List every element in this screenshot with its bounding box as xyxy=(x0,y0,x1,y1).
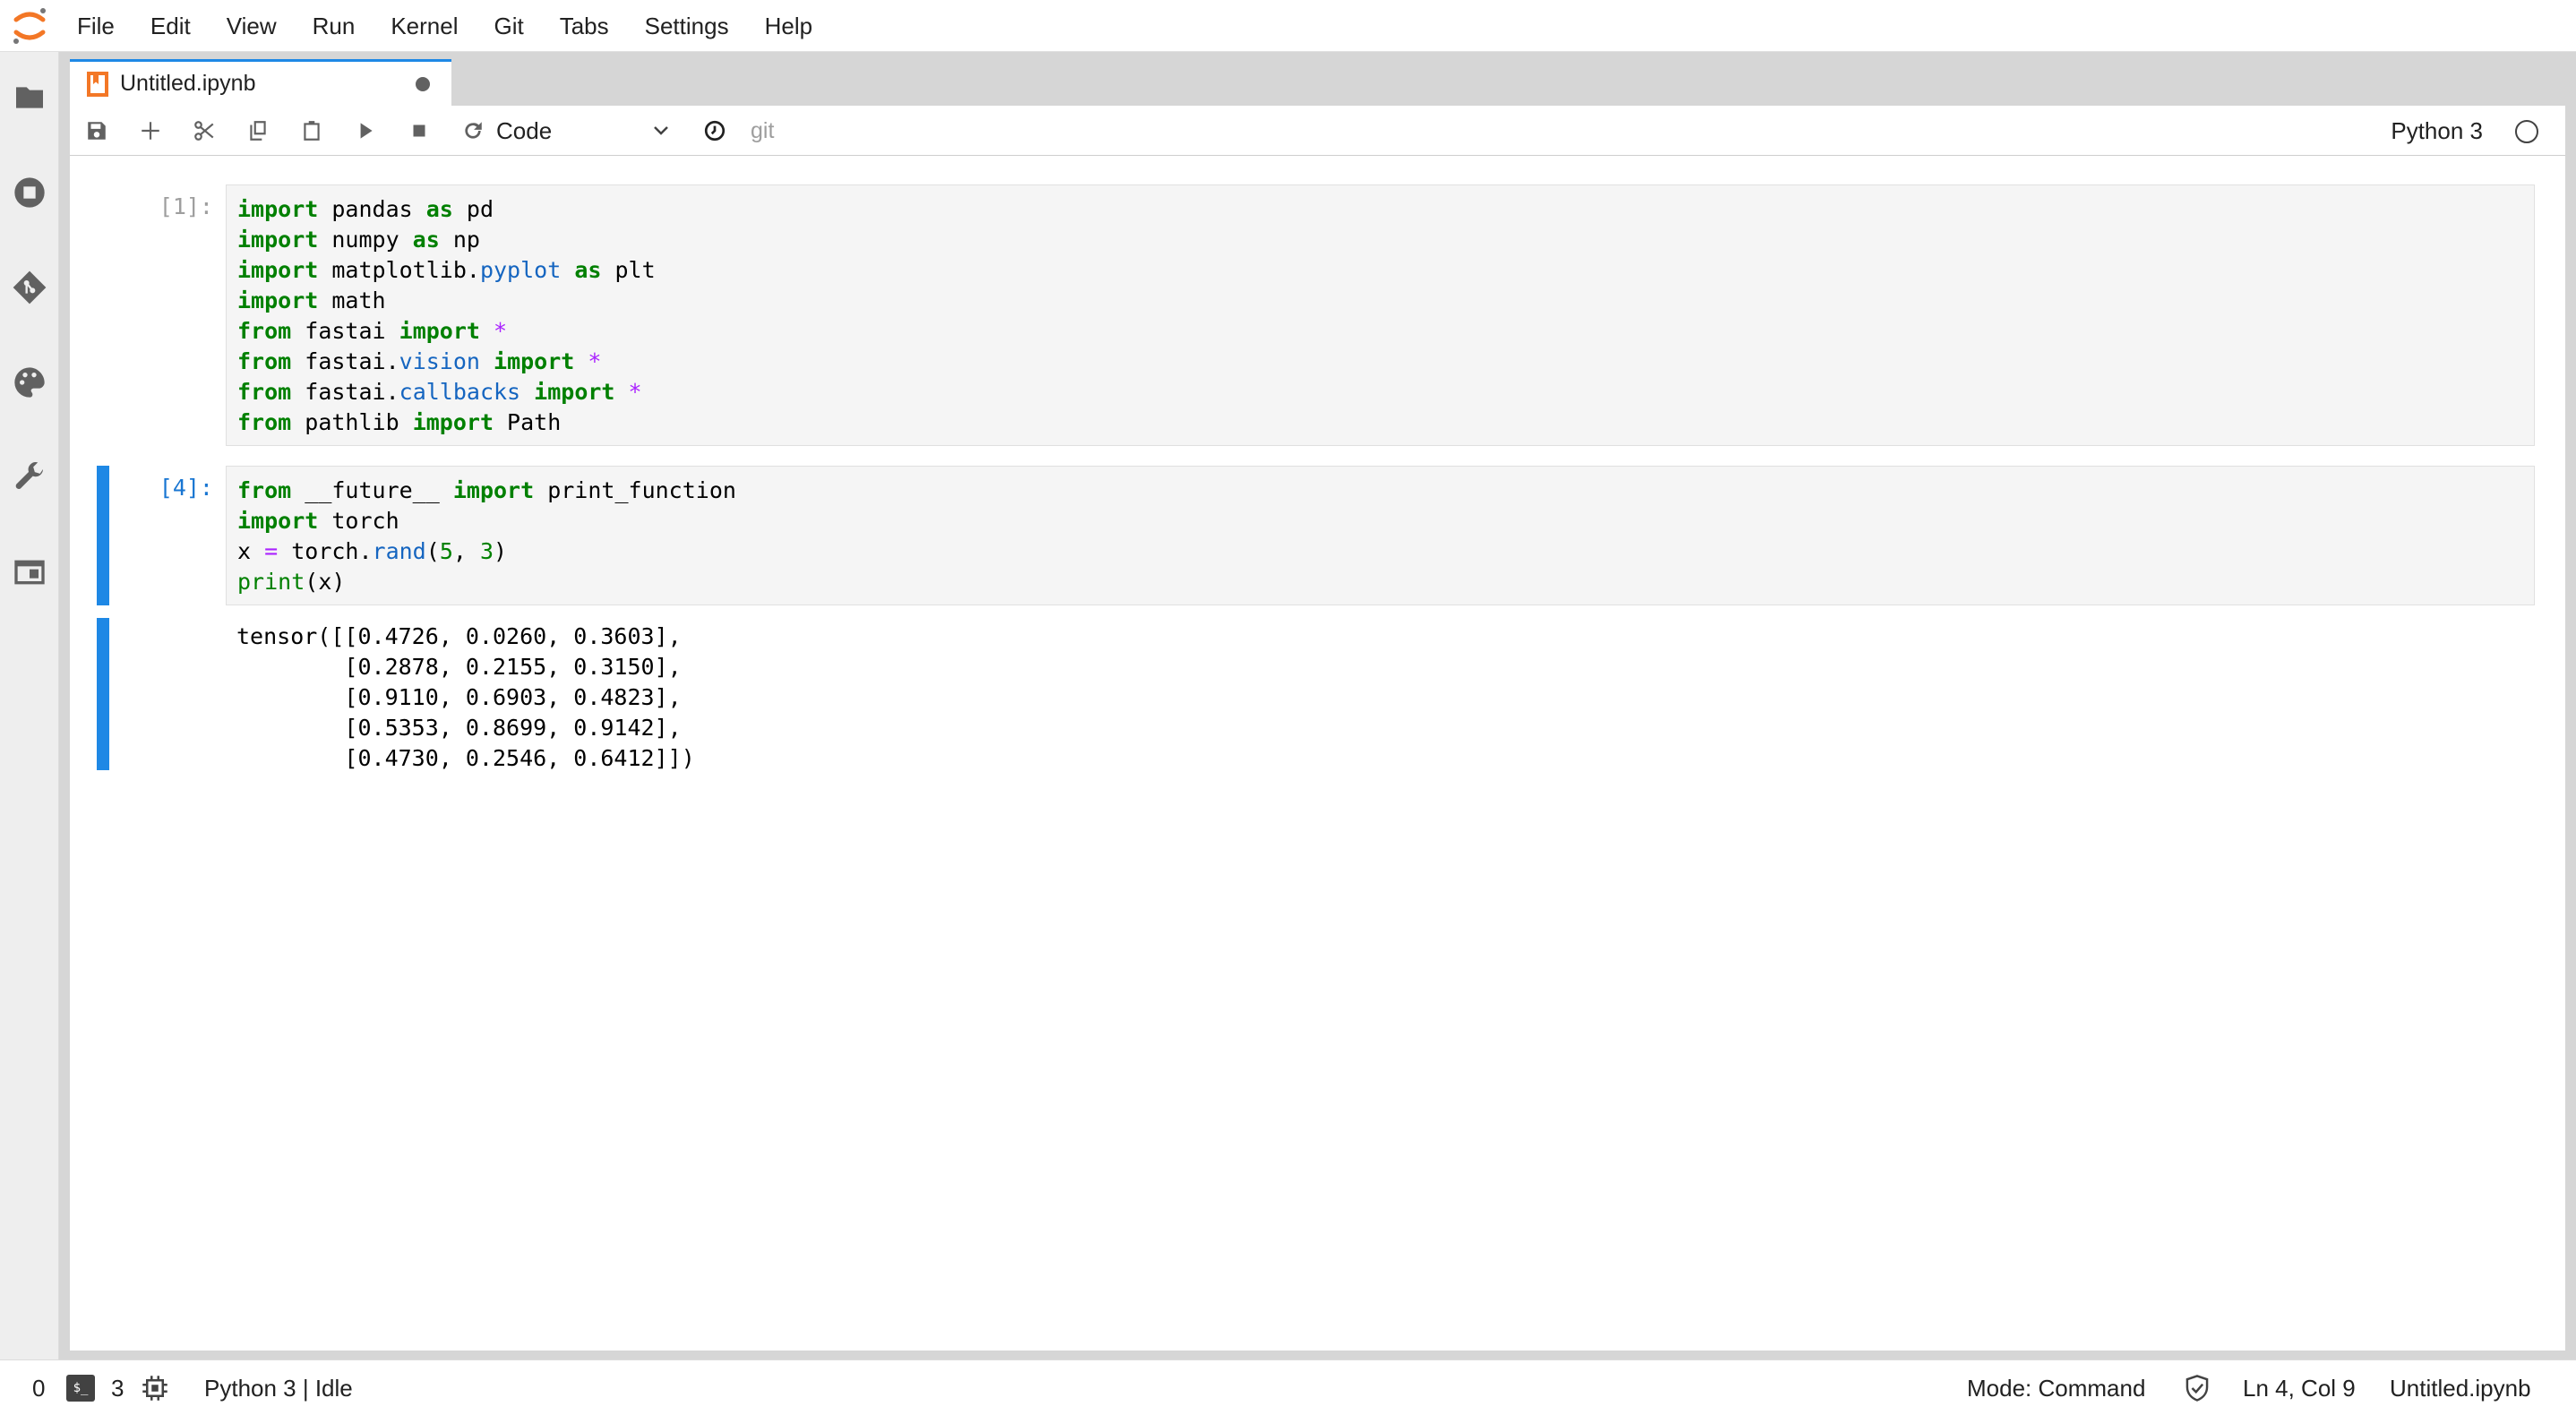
menu-help[interactable]: Help xyxy=(747,0,830,52)
git-panel-button[interactable] xyxy=(0,258,59,317)
main-area: Untitled.ipynb Code git Python 3 [1]: im… xyxy=(59,52,2576,1359)
code-line: print(x) xyxy=(237,569,346,595)
restart-kernel-button[interactable] xyxy=(455,113,491,149)
menu-kernel[interactable]: Kernel xyxy=(373,0,476,52)
code-text: import pandas as pd import numpy as np i… xyxy=(237,194,656,438)
palette-icon xyxy=(14,367,45,398)
wrench-icon xyxy=(15,462,44,489)
stop-icon xyxy=(413,124,425,137)
cell-prompt: [4]: xyxy=(159,475,213,501)
status-left-count[interactable]: 0 xyxy=(32,1360,45,1415)
menu-view[interactable]: View xyxy=(209,0,295,52)
property-inspector-button[interactable] xyxy=(0,353,59,412)
menu-run[interactable]: Run xyxy=(295,0,374,52)
code-line: from fastai.vision import * xyxy=(237,348,602,374)
shield-check-icon xyxy=(2185,1375,2209,1402)
save-button[interactable] xyxy=(79,113,115,149)
jupyter-logo-icon xyxy=(13,8,46,44)
running-icon xyxy=(14,177,45,208)
output-line: [0.5353, 0.8699, 0.9142], xyxy=(236,715,682,741)
clock-icon xyxy=(704,120,726,142)
input-collapser[interactable] xyxy=(97,466,109,605)
cell-output: tensor([[0.4726, 0.0260, 0.3603], [0.287… xyxy=(236,622,695,774)
code-line: from __future__ import print_function xyxy=(237,477,736,503)
output-line: [0.4730, 0.2546, 0.6412]]) xyxy=(236,745,695,771)
code-line: from fastai.callbacks import * xyxy=(237,379,642,405)
cell-type-select[interactable]: Code xyxy=(496,113,675,149)
status-mode[interactable]: Mode: Command xyxy=(1967,1360,2145,1415)
tab-label: Untitled.ipynb xyxy=(120,71,256,96)
run-button[interactable] xyxy=(348,113,383,149)
left-activity-bar xyxy=(0,52,59,1359)
kernel-name[interactable]: Python 3 xyxy=(2391,106,2483,156)
file-browser-button[interactable] xyxy=(0,68,59,127)
menu-settings[interactable]: Settings xyxy=(627,0,747,52)
code-cell-2[interactable]: [4]: from __future__ import print_functi… xyxy=(70,466,2565,771)
open-tabs-button[interactable] xyxy=(0,543,59,602)
cell-prompt: [1]: xyxy=(159,193,213,219)
paste-icon xyxy=(304,121,320,141)
cpu-chip-icon xyxy=(142,1376,167,1401)
insert-cell-button[interactable] xyxy=(133,113,168,149)
scissors-icon xyxy=(194,121,214,141)
tabs-icon xyxy=(14,560,45,585)
unsaved-dot-icon[interactable] xyxy=(416,76,430,91)
interrupt-button[interactable] xyxy=(401,113,437,149)
play-icon xyxy=(360,123,373,139)
add-icon xyxy=(142,122,159,140)
running-sessions-button[interactable] xyxy=(0,163,59,222)
kernel-status-icon xyxy=(2515,120,2538,143)
paste-button[interactable] xyxy=(294,113,330,149)
cell-editor[interactable]: from __future__ import print_function im… xyxy=(226,466,2535,605)
status-bar: 0 $_ 3 Python 3 | Idle Mode: Command Ln … xyxy=(0,1359,2576,1415)
code-line: import pandas as pd xyxy=(237,196,494,222)
copy-icon xyxy=(250,121,266,141)
code-line: from pathlib import Path xyxy=(237,409,562,435)
notebook-icon xyxy=(87,71,108,97)
status-file-name[interactable]: Untitled.ipynb xyxy=(2390,1360,2531,1415)
git-icon xyxy=(13,270,47,304)
refresh-icon xyxy=(465,122,482,139)
code-line: x = torch.rand(5, 3) xyxy=(237,538,508,564)
code-line: import matplotlib.pyplot as plt xyxy=(237,257,656,283)
code-line: from fastai import * xyxy=(237,318,508,344)
cut-button[interactable] xyxy=(186,113,222,149)
save-icon xyxy=(88,122,106,140)
output-line: [0.9110, 0.6903, 0.4823], xyxy=(236,684,682,710)
menu-items: File Edit View Run Kernel Git Tabs Setti… xyxy=(59,0,830,52)
menu-tabs[interactable]: Tabs xyxy=(542,0,627,52)
menu-edit[interactable]: Edit xyxy=(133,0,209,52)
code-cell-1[interactable]: [1]: import pandas as pd import numpy as… xyxy=(70,184,2565,446)
menu-bar: File Edit View Run Kernel Git Tabs Setti… xyxy=(0,0,2576,52)
code-text: from __future__ import print_function im… xyxy=(237,476,736,597)
cell-editor[interactable]: import pandas as pd import numpy as np i… xyxy=(226,184,2535,446)
output-collapser[interactable] xyxy=(97,618,109,770)
menu-git[interactable]: Git xyxy=(476,0,541,52)
tab-bar: Untitled.ipynb xyxy=(59,52,2576,106)
notebook-toolbar: Code git Python 3 xyxy=(70,106,2565,156)
menu-file[interactable]: File xyxy=(59,0,133,52)
code-line: import numpy as np xyxy=(237,227,480,253)
status-terminal-count[interactable]: 3 xyxy=(111,1360,124,1415)
terminal-icon: $_ xyxy=(66,1375,95,1402)
code-line: import math xyxy=(237,287,386,313)
folder-icon xyxy=(16,87,43,108)
output-line: tensor([[0.4726, 0.0260, 0.3603], xyxy=(236,623,682,649)
code-line: import torch xyxy=(237,508,399,534)
output-line: [0.2878, 0.2155, 0.3150], xyxy=(236,654,682,680)
chevron-down-icon xyxy=(654,126,668,135)
cell-type-label: Code xyxy=(496,116,553,144)
status-kernel[interactable]: Python 3 | Idle xyxy=(204,1360,353,1415)
clock-button[interactable] xyxy=(697,113,733,149)
git-label[interactable]: git xyxy=(751,106,774,156)
copy-button[interactable] xyxy=(240,113,276,149)
notebook-panel: Code git Python 3 [1]: import pandas as … xyxy=(70,106,2565,1351)
tab-untitled-notebook[interactable]: Untitled.ipynb xyxy=(70,59,451,106)
extension-manager-button[interactable] xyxy=(0,448,59,507)
status-cursor-position[interactable]: Ln 4, Col 9 xyxy=(2243,1360,2356,1415)
